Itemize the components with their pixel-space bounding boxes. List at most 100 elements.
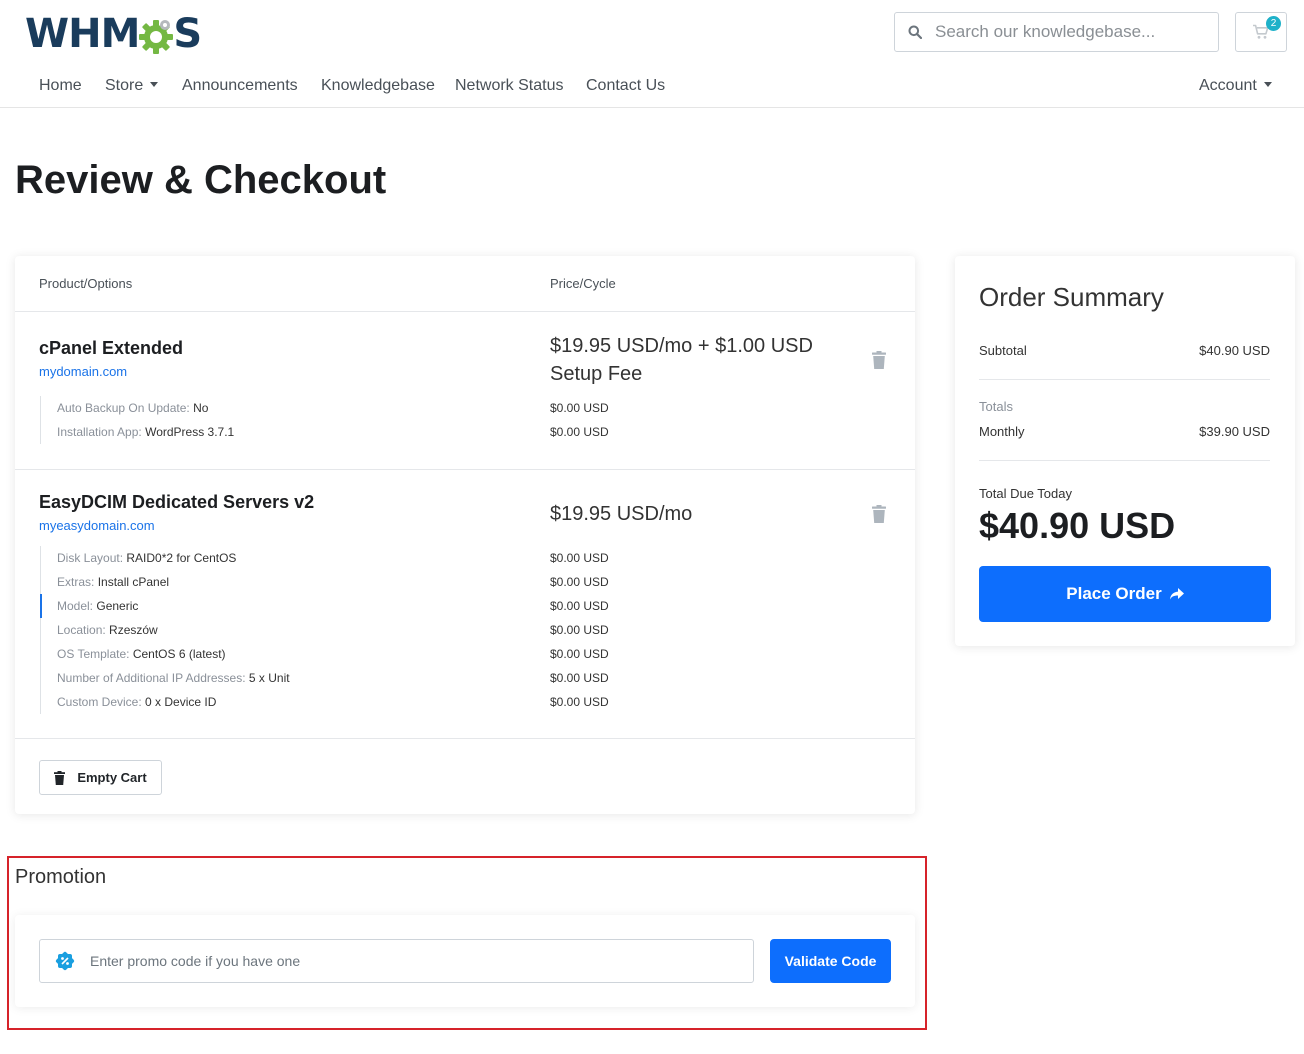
product-options-list: Auto Backup On Update: No Installation A… (40, 396, 234, 444)
option-value: RAID0*2 for CentOS (126, 551, 237, 565)
product-options-list: Disk Layout: RAID0*2 for CentOS Extras: … (40, 546, 290, 714)
total-due-label: Total Due Today (979, 486, 1072, 501)
option-price: $0.00 USD (550, 401, 609, 415)
divider (15, 311, 915, 312)
option-value: 0 x Device ID (145, 695, 217, 709)
nav-store-label: Store (105, 77, 144, 94)
remove-item-trash-icon[interactable] (872, 505, 886, 528)
empty-cart-button[interactable]: Empty Cart (39, 760, 162, 795)
option-value: No (193, 401, 209, 415)
option-label: Installation App: (57, 425, 142, 439)
divider (15, 738, 915, 739)
option-row: Model: Generic (41, 594, 290, 618)
nav-knowledgebase[interactable]: Knowledgebase (321, 77, 435, 95)
product-price: $19.95 USD/mo + $1.00 USD Setup Fee (550, 335, 813, 385)
nav-account-label: Account (1199, 77, 1257, 94)
option-row: Installation App: WordPress 3.7.1 (41, 420, 234, 444)
option-label: Extras: (57, 575, 95, 589)
nav-announcements[interactable]: Announcements (182, 77, 298, 95)
divider (15, 469, 915, 470)
subtotal-row: Subtotal $40.90 USD (979, 343, 1270, 358)
promo-badge-icon (40, 951, 90, 971)
option-row: OS Template: CentOS 6 (latest) (41, 642, 290, 666)
nav-store[interactable]: Store (105, 77, 159, 95)
option-value: CentOS 6 (latest) (132, 647, 226, 661)
divider (979, 379, 1270, 380)
search-icon (895, 25, 935, 39)
caret-down-icon (150, 82, 159, 87)
option-label: Number of Additional IP Addresses: (57, 671, 246, 685)
subtotal-value: $40.90 USD (1199, 343, 1270, 358)
option-price: $0.00 USD (550, 647, 609, 661)
search-input[interactable] (935, 22, 1205, 42)
totals-label: Totals (979, 399, 1013, 414)
column-header-product: Product/Options (39, 276, 133, 291)
promotion-title: Promotion (15, 866, 107, 888)
product-price: $19.95 USD/mo (550, 503, 693, 525)
logo-text-left: WHM (25, 11, 140, 57)
remove-item-trash-icon[interactable] (872, 351, 886, 374)
option-row: Number of Additional IP Addresses: 5 x U… (41, 666, 290, 690)
option-price: $0.00 USD (550, 599, 609, 613)
cart-count-badge: 2 (1266, 16, 1281, 31)
knowledgebase-search[interactable] (894, 12, 1219, 52)
option-value: Install cPanel (97, 575, 170, 589)
validate-code-button[interactable]: Validate Code (770, 939, 891, 983)
option-price: $0.00 USD (550, 551, 609, 565)
option-label: Disk Layout: (57, 551, 124, 565)
promo-code-field[interactable] (39, 939, 754, 983)
option-value: Rzeszów (109, 623, 158, 637)
product-name: EasyDCIM Dedicated Servers v2 (39, 492, 315, 512)
place-order-label: Place Order (1066, 584, 1162, 603)
whmcs-logo[interactable]: WHM S (25, 11, 202, 57)
place-order-button[interactable]: Place Order (979, 566, 1271, 622)
option-row: Disk Layout: RAID0*2 for CentOS (41, 546, 290, 570)
option-price: $0.00 USD (550, 425, 609, 439)
option-value: WordPress 3.7.1 (145, 425, 235, 439)
nav-network-status[interactable]: Network Status (455, 77, 563, 95)
option-label: OS Template: (57, 647, 130, 661)
option-price-list: $0.00 USD $0.00 USD (550, 396, 609, 444)
option-row: Extras: Install cPanel (41, 570, 290, 594)
option-price: $0.00 USD (550, 695, 609, 709)
option-row: Custom Device: 0 x Device ID (41, 690, 290, 714)
monthly-value: $39.90 USD (1199, 424, 1270, 439)
product-name: cPanel Extended (39, 338, 184, 358)
subtotal-label: Subtotal (979, 343, 1027, 358)
share-arrow-icon (1169, 588, 1184, 600)
trash-icon (54, 770, 66, 785)
option-row: Location: Rzeszów (41, 618, 290, 642)
option-focus-marker (40, 594, 42, 618)
order-summary-title: Order Summary (979, 282, 1164, 312)
monthly-label: Monthly (979, 424, 1025, 439)
promo-code-input[interactable] (90, 953, 740, 969)
total-due-amount: $40.90 USD (979, 505, 1176, 546)
empty-cart-label: Empty Cart (77, 770, 147, 785)
logo-text-right: S (173, 11, 202, 57)
cart-button[interactable]: 2 (1235, 12, 1287, 52)
divider (979, 460, 1270, 461)
option-label: Auto Backup On Update: (57, 401, 190, 415)
option-price: $0.00 USD (550, 671, 609, 685)
option-value: Generic (96, 599, 139, 613)
nav-account[interactable]: Account (1199, 77, 1272, 95)
gear-logo-icon (138, 19, 174, 55)
product-domain-link[interactable]: mydomain.com (39, 364, 127, 379)
caret-down-icon (1263, 82, 1272, 87)
column-header-price: Price/Cycle (550, 276, 616, 291)
nav-contact-us[interactable]: Contact Us (586, 77, 665, 95)
monthly-row: Monthly $39.90 USD (979, 424, 1270, 439)
nav-home[interactable]: Home (39, 77, 82, 95)
main-navbar: Home Store Announcements Knowledgebase N… (0, 68, 1304, 108)
option-label: Model: (57, 599, 94, 613)
option-price-list: $0.00 USD $0.00 USD $0.00 USD $0.00 USD … (550, 546, 609, 714)
order-summary-panel: Order Summary Subtotal $40.90 USD Totals… (955, 256, 1295, 646)
promotion-panel: Validate Code (15, 915, 915, 1007)
option-price: $0.00 USD (550, 623, 609, 637)
option-label: Custom Device: (57, 695, 142, 709)
option-price: $0.00 USD (550, 575, 609, 589)
cart-items-panel: Product/Options Price/Cycle cPanel Exten… (15, 256, 915, 814)
option-row: Auto Backup On Update: No (41, 396, 234, 420)
product-domain-link[interactable]: myeasydomain.com (39, 518, 155, 533)
option-label: Location: (57, 623, 106, 637)
